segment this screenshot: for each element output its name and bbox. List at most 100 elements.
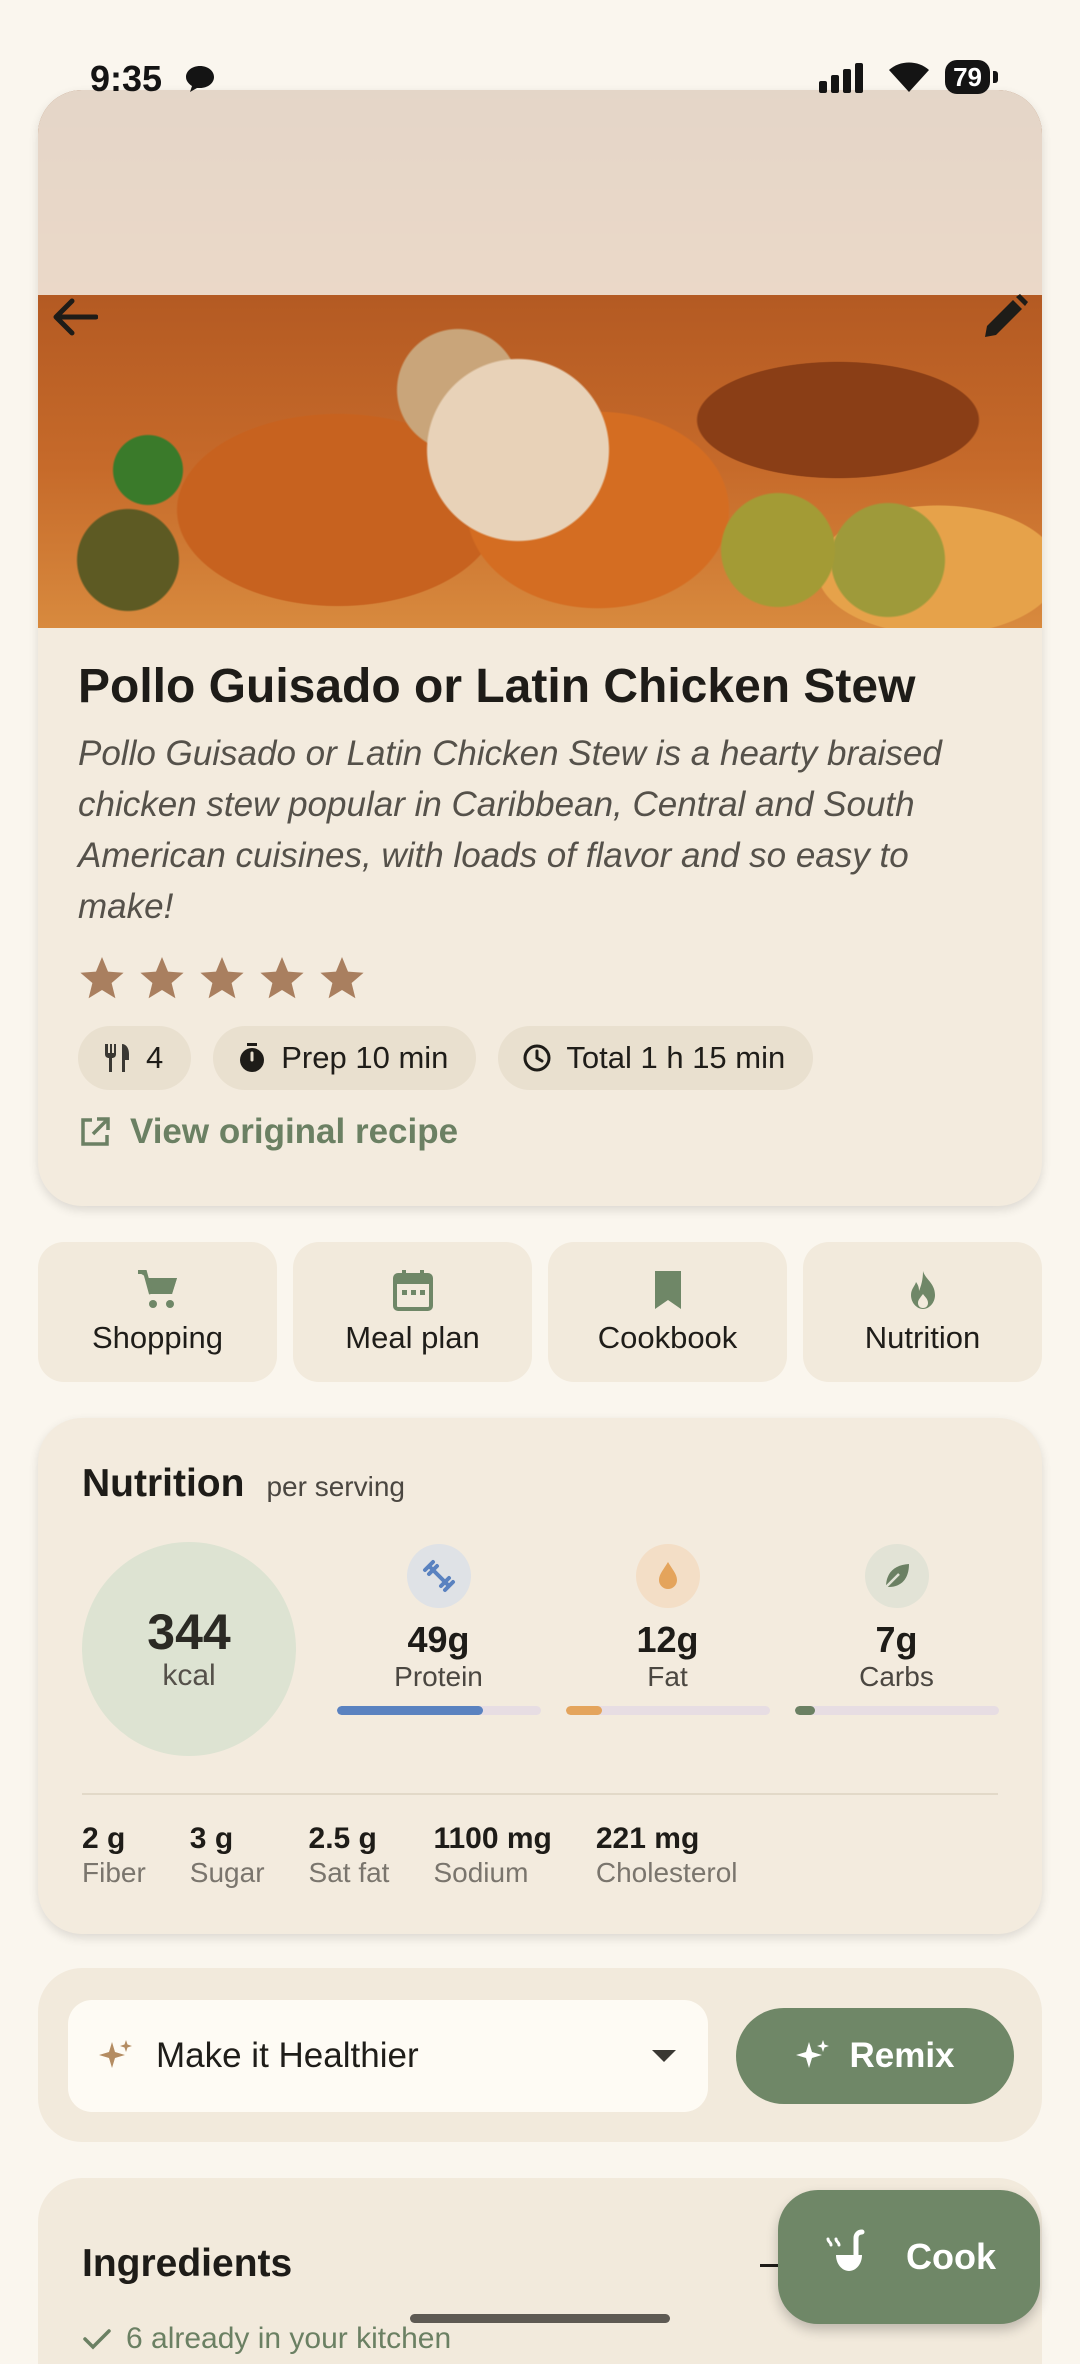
remix-button[interactable]: Remix bbox=[736, 2008, 1014, 2104]
rating-stars[interactable] bbox=[78, 954, 1008, 1002]
calories-circle: 344 kcal bbox=[82, 1542, 296, 1756]
micro-sat-fat: 2.5 g Sat fat bbox=[309, 1822, 390, 1890]
fat-label: Fat bbox=[647, 1661, 688, 1692]
total-time-label: Total 1 h 15 min bbox=[566, 1040, 786, 1075]
servings-value: 4 bbox=[146, 1040, 164, 1075]
recipe-header-card: Pollo Guisado or Latin Chicken Stew Poll… bbox=[38, 90, 1042, 1206]
arrow-back-icon bbox=[53, 298, 98, 336]
bookmark-icon bbox=[654, 1271, 681, 1309]
sugar-label: Sugar bbox=[189, 1857, 265, 1888]
recipe-description: Pollo Guisado or Latin Chicken Stew is a… bbox=[78, 734, 942, 926]
utensils-icon bbox=[105, 1044, 129, 1072]
cook-button[interactable]: Cook bbox=[778, 2190, 1040, 2324]
shopping-label: Shopping bbox=[91, 1320, 223, 1355]
nutrition-card: Nutrition per serving 344 kcal 49g Prote… bbox=[38, 1418, 1042, 1934]
dumbbell-icon bbox=[406, 1544, 471, 1608]
micro-fiber: 2 g Fiber bbox=[82, 1822, 146, 1890]
nutrition-button[interactable]: Nutrition bbox=[803, 1242, 1042, 1382]
protein-bar bbox=[336, 1706, 541, 1715]
view-original-recipe-link[interactable]: View original recipe bbox=[78, 1112, 1008, 1152]
view-original-label: View original recipe bbox=[130, 1112, 459, 1151]
leaf-icon bbox=[864, 1544, 929, 1608]
calories-value: 344 bbox=[147, 1604, 231, 1660]
star-icon[interactable] bbox=[258, 954, 306, 1002]
remix-label: Remix bbox=[849, 2036, 955, 2075]
sugar-value: 3 g bbox=[189, 1822, 234, 1855]
action-row: Shopping Meal plan Cookbook Nutrition bbox=[38, 1242, 1042, 1382]
sat-fat-label: Sat fat bbox=[308, 1857, 390, 1888]
carbs-bar bbox=[794, 1706, 999, 1715]
micro-sodium: 1100 mg Sodium bbox=[433, 1822, 551, 1890]
signal-icon bbox=[819, 63, 864, 93]
star-icon[interactable] bbox=[138, 954, 186, 1002]
macro-fat: 12g Fat bbox=[565, 1544, 770, 1715]
drop-icon bbox=[635, 1544, 700, 1608]
sparkle-icon bbox=[796, 2040, 830, 2068]
fiber-label: Fiber bbox=[82, 1857, 146, 1888]
shopping-button[interactable]: Shopping bbox=[38, 1242, 277, 1382]
calendar-icon bbox=[392, 1270, 433, 1311]
kitchen-note: 6 already in your kitchen bbox=[82, 2322, 451, 2356]
check-icon bbox=[83, 2329, 111, 2350]
timer-icon bbox=[240, 1043, 265, 1072]
remix-option-dropdown[interactable]: Make it Healthier bbox=[68, 2000, 708, 2112]
recipe-info: Pollo Guisado or Latin Chicken Stew Poll… bbox=[78, 658, 1008, 1152]
nutrition-divider bbox=[82, 1793, 998, 1795]
remix-card: Make it Healthier Remix bbox=[38, 1968, 1042, 2142]
protein-bar-fill bbox=[336, 1706, 484, 1715]
micro-sugar: 3 g Sugar bbox=[190, 1822, 265, 1890]
dropdown-arrow-icon bbox=[652, 2050, 676, 2062]
home-indicator[interactable] bbox=[410, 2314, 670, 2323]
sparkle-icon bbox=[99, 2040, 132, 2068]
micronutrients-row: 2 g Fiber 3 g Sugar 2.5 g Sat fat 1100 m… bbox=[82, 1822, 738, 1890]
ladle-icon bbox=[826, 2229, 865, 2271]
kitchen-note-label: 6 already in your kitchen bbox=[126, 2322, 452, 2355]
back-button[interactable] bbox=[40, 282, 110, 352]
calories-unit: kcal bbox=[162, 1659, 216, 1692]
servings-chip[interactable]: 4 bbox=[78, 1026, 192, 1090]
battery-indicator: 79 bbox=[945, 60, 998, 94]
remix-selected-option: Make it Healthier bbox=[156, 2036, 419, 2075]
pencil-icon bbox=[985, 294, 1028, 337]
chat-bubble-icon bbox=[184, 64, 216, 99]
nutrition-subtitle: per serving bbox=[266, 1471, 405, 1502]
fat-bar bbox=[565, 1706, 770, 1715]
protein-label: Protein bbox=[394, 1661, 483, 1692]
micro-cholesterol: 221 mg Cholesterol bbox=[596, 1822, 738, 1890]
nutrition-header: Nutrition per serving bbox=[82, 1462, 405, 1506]
recipe-meta-chips: 4 Prep 10 min Total 1 h 15 min bbox=[78, 1026, 1008, 1090]
star-icon[interactable] bbox=[78, 954, 126, 1002]
clock-icon bbox=[523, 1044, 551, 1072]
cook-label: Cook bbox=[906, 2236, 996, 2277]
star-icon[interactable] bbox=[198, 954, 246, 1002]
meal-plan-label: Meal plan bbox=[345, 1320, 480, 1355]
meal-plan-button[interactable]: Meal plan bbox=[293, 1242, 532, 1382]
status-icons: 79 bbox=[819, 60, 998, 94]
cholesterol-label: Cholesterol bbox=[595, 1857, 738, 1888]
nutrition-title: Nutrition bbox=[82, 1462, 245, 1505]
star-icon[interactable] bbox=[318, 954, 366, 1002]
wifi-icon bbox=[889, 62, 930, 92]
carbs-label: Carbs bbox=[859, 1661, 934, 1692]
prep-time-chip[interactable]: Prep 10 min bbox=[213, 1026, 477, 1090]
status-time: 9:35 bbox=[90, 58, 163, 99]
cookbook-button[interactable]: Cookbook bbox=[548, 1242, 787, 1382]
macro-carbs: 7g Carbs bbox=[794, 1544, 999, 1715]
fiber-value: 2 g bbox=[82, 1822, 126, 1855]
edit-button[interactable] bbox=[970, 282, 1040, 352]
battery-level: 79 bbox=[953, 61, 982, 92]
ingredients-title: Ingredients bbox=[82, 2242, 293, 2285]
macro-protein: 49g Protein bbox=[336, 1544, 541, 1715]
total-time-chip[interactable]: Total 1 h 15 min bbox=[498, 1026, 814, 1090]
cookbook-label: Cookbook bbox=[597, 1320, 738, 1355]
cholesterol-value: 221 mg bbox=[595, 1822, 700, 1855]
sat-fat-value: 2.5 g bbox=[308, 1822, 377, 1855]
sodium-value: 1100 mg bbox=[433, 1822, 552, 1855]
flame-icon bbox=[910, 1271, 935, 1309]
recipe-title: Pollo Guisado or Latin Chicken Stew bbox=[78, 660, 916, 713]
carbs-bar-fill bbox=[794, 1706, 815, 1715]
carbs-value: 7g bbox=[875, 1619, 918, 1660]
fat-value: 12g bbox=[636, 1619, 699, 1660]
status-bar: 9:35 79 bbox=[0, 0, 1080, 150]
protein-value: 49g bbox=[407, 1619, 470, 1660]
